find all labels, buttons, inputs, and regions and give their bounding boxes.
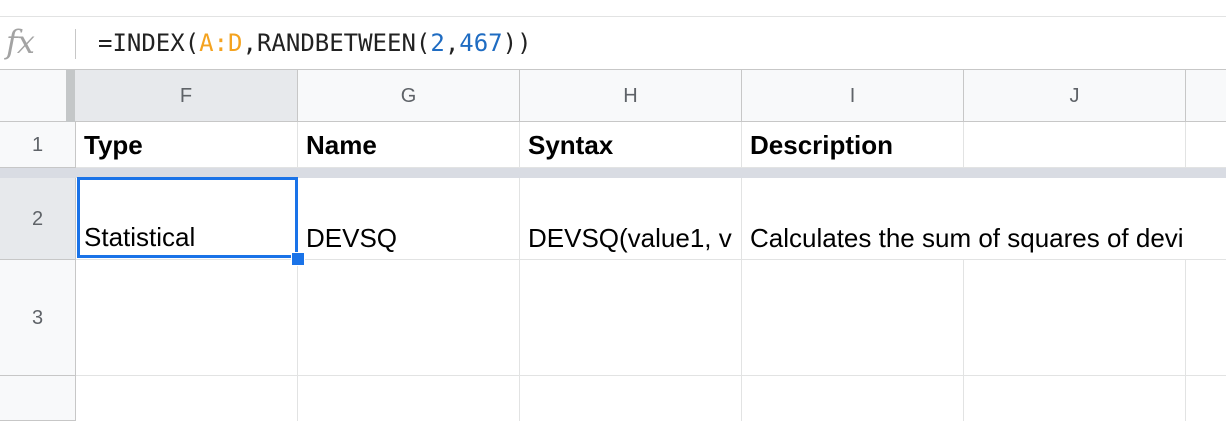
row-header-3[interactable]: 3: [0, 260, 76, 376]
formula-prefix: =INDEX(: [98, 29, 200, 57]
formula-range-ref: A:D: [199, 29, 243, 57]
cell-f2[interactable]: Statistical: [76, 178, 298, 260]
spreadsheet-grid: F G H I J 1 2 3 Type Name Syntax Descrip…: [0, 70, 1226, 421]
column-header-h[interactable]: H: [520, 70, 742, 122]
cell-i1[interactable]: Description: [742, 122, 964, 168]
cell-i2[interactable]: Calculates the sum of squares of devi: [742, 178, 1226, 260]
cell-g2[interactable]: DEVSQ: [298, 178, 520, 260]
freeze-column-handle[interactable]: [66, 70, 75, 122]
row-header-2[interactable]: 2: [0, 178, 76, 260]
cell-k1[interactable]: [1186, 122, 1226, 168]
row-header-4[interactable]: [0, 376, 76, 421]
cell-k3[interactable]: [1186, 260, 1226, 376]
formula-input[interactable]: =INDEX(A:D,RANDBETWEEN(2,467)): [98, 29, 532, 57]
column-header-j[interactable]: J: [964, 70, 1186, 122]
cell-j3[interactable]: [964, 260, 1186, 376]
cell-h1[interactable]: Syntax: [520, 122, 742, 168]
formula-bar-divider: [75, 29, 76, 59]
column-header-i[interactable]: I: [742, 70, 964, 122]
cell-i3[interactable]: [742, 260, 964, 376]
cell-g3[interactable]: [298, 260, 520, 376]
column-header-g[interactable]: G: [298, 70, 520, 122]
formula-suffix: )): [502, 29, 532, 57]
cell-f1[interactable]: Type: [76, 122, 298, 168]
fx-icon: fx: [6, 23, 35, 61]
fill-handle[interactable]: [291, 252, 305, 266]
cell-j1[interactable]: [964, 122, 1186, 168]
formula-arg-min: 2: [430, 29, 445, 57]
cell-i4[interactable]: [742, 376, 964, 421]
formula-mid: ,RANDBETWEEN(: [242, 29, 431, 57]
formula-bar: fx =INDEX(A:D,RANDBETWEEN(2,467)): [0, 16, 1226, 70]
formula-arg-max: 467: [459, 29, 503, 57]
cell-f3[interactable]: [76, 260, 298, 376]
cell-j4[interactable]: [964, 376, 1186, 421]
row-header-1[interactable]: 1: [0, 122, 76, 168]
cell-g4[interactable]: [298, 376, 520, 421]
frozen-row-divider[interactable]: [0, 168, 1226, 178]
cell-f4[interactable]: [76, 376, 298, 421]
cell-g1[interactable]: Name: [298, 122, 520, 168]
formula-comma: ,: [444, 29, 460, 57]
cell-h2[interactable]: DEVSQ(value1, v: [520, 178, 742, 260]
select-all-corner[interactable]: [0, 70, 75, 122]
column-header-f[interactable]: F: [75, 70, 298, 122]
cell-h3[interactable]: [520, 260, 742, 376]
column-header-k[interactable]: [1186, 70, 1226, 122]
cell-h4[interactable]: [520, 376, 742, 421]
